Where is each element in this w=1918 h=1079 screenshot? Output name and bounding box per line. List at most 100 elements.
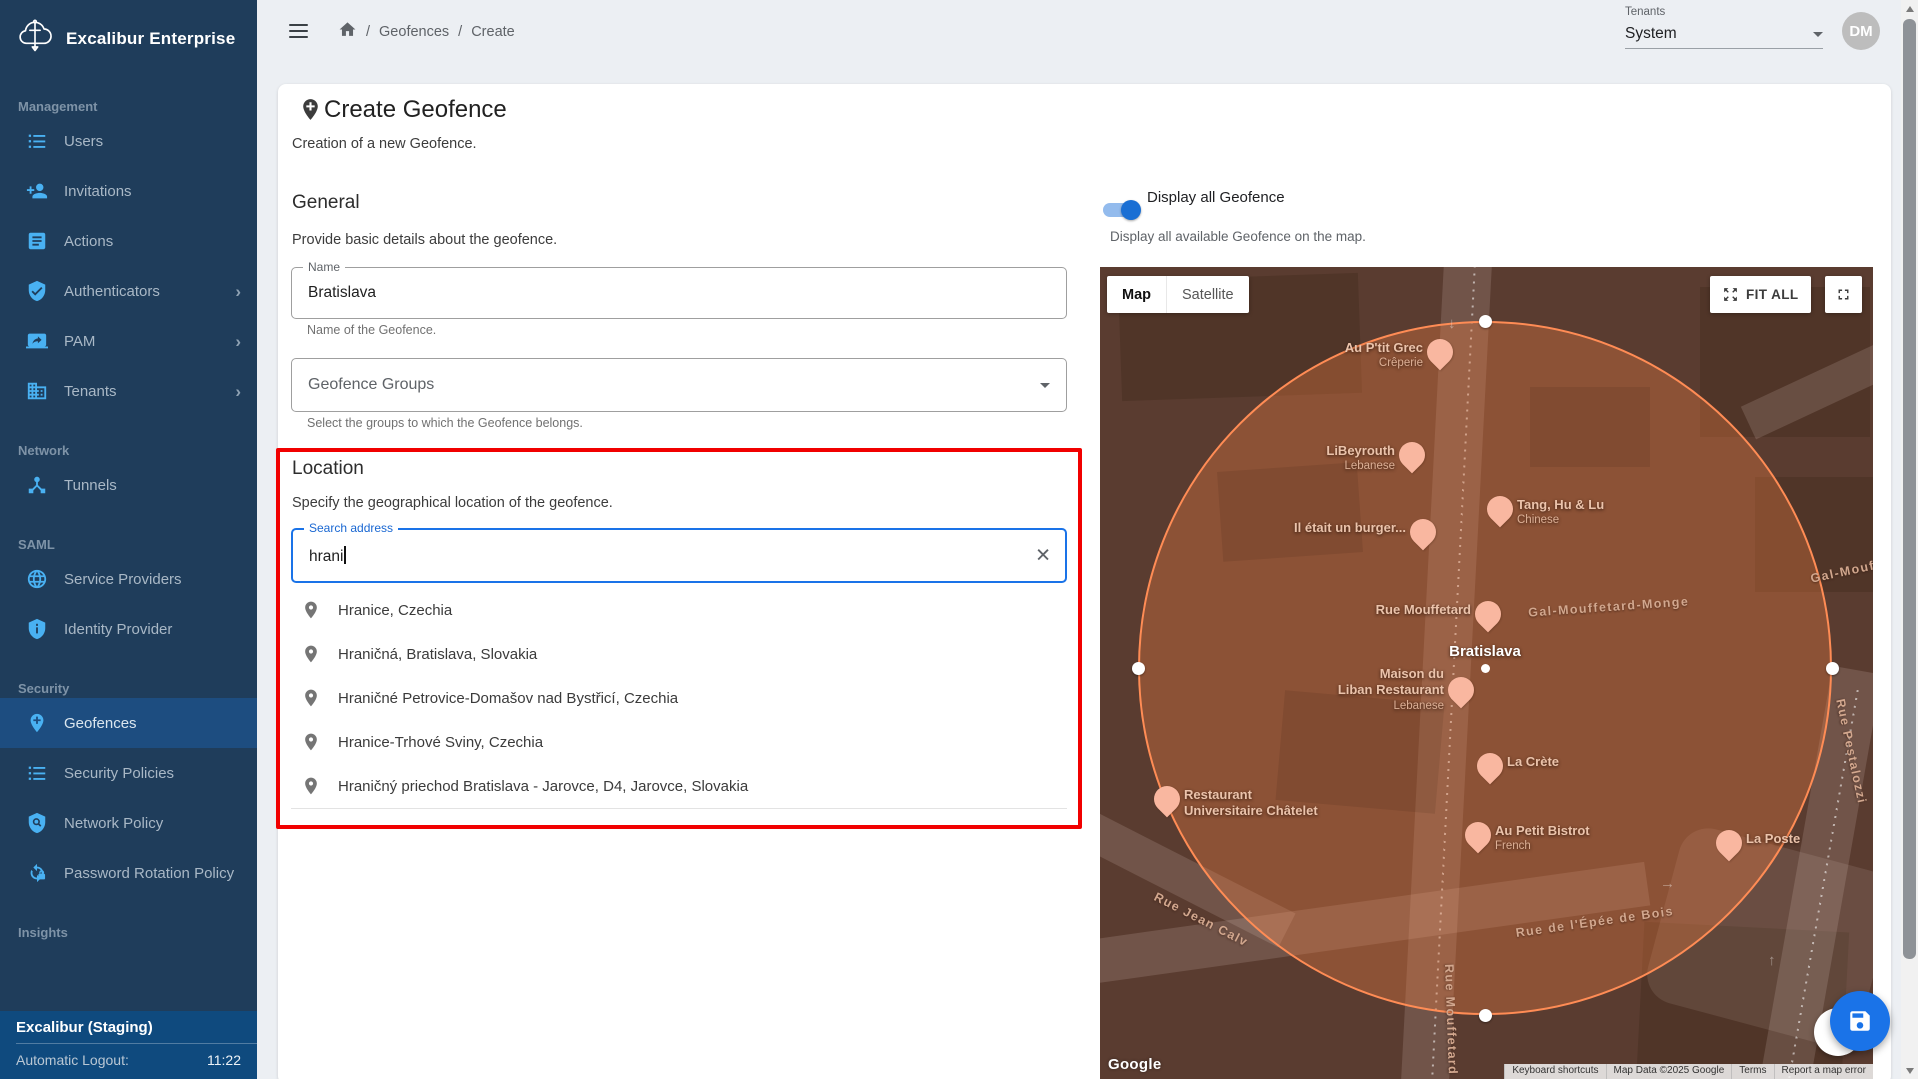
satellite-button[interactable]: Satellite <box>1166 276 1249 313</box>
breadcrumb-geofences[interactable]: Geofences <box>379 24 449 40</box>
suggestion-text: Hraničné Petrovice-Domašov nad Bystřicí,… <box>338 690 678 707</box>
place-icon <box>301 776 321 796</box>
fullscreen-button[interactable] <box>1825 276 1862 313</box>
page-subtitle: Creation of a new Geofence. <box>292 136 477 152</box>
environment-name: Excalibur (Staging) <box>16 1019 241 1036</box>
sidebar-item-label: Actions <box>64 233 241 250</box>
map-building <box>1217 462 1363 562</box>
circle-handle-right[interactable] <box>1826 662 1839 675</box>
breadcrumb-separator: / <box>458 24 462 40</box>
search-address-input[interactable]: Search address hrani ✕ <box>291 528 1067 583</box>
list-icon <box>26 130 48 152</box>
suggestion-text: Hranice-Trhové Sviny, Czechia <box>338 734 543 751</box>
save-icon <box>1847 1008 1873 1034</box>
toggle-hint: Display all available Geofence on the ma… <box>1110 229 1366 244</box>
report-map-error-link[interactable]: Report a map error <box>1774 1064 1873 1079</box>
suggestion-item[interactable]: Hraničný priechod Bratislava - Jarovce, … <box>291 764 1067 808</box>
auto-logout-timer: 11:22 <box>207 1052 241 1068</box>
page-scrollbar[interactable] <box>1901 0 1918 1079</box>
person-add-icon <box>26 180 48 202</box>
sidebar-item-label: Tenants <box>64 383 235 400</box>
home-icon[interactable] <box>338 20 357 43</box>
display-all-geofence-toggle[interactable] <box>1103 203 1139 217</box>
location-heading: Location <box>292 458 364 480</box>
screen-share-icon <box>26 330 48 352</box>
geofence-groups-select[interactable]: Geofence Groups <box>291 358 1067 412</box>
building-icon <box>26 380 48 402</box>
sidebar-item-label: Invitations <box>64 183 241 200</box>
keyboard-shortcuts-link[interactable]: Keyboard shortcuts <box>1504 1064 1605 1079</box>
fullscreen-icon <box>1835 286 1852 303</box>
article-icon <box>26 230 48 252</box>
scrollbar-thumb[interactable] <box>1903 19 1916 959</box>
sidebar-item-authenticators[interactable]: Authenticators › <box>0 266 257 316</box>
sidebar-item-actions[interactable]: Actions <box>0 216 257 266</box>
sidebar-item-label: Users <box>64 133 241 150</box>
circle-handle-bottom[interactable] <box>1479 1009 1492 1022</box>
sidebar-footer: Excalibur (Staging) Automatic Logout: 11… <box>0 1011 257 1079</box>
name-hint: Name of the Geofence. <box>307 323 436 337</box>
scroll-down-arrow[interactable] <box>1901 1062 1918 1079</box>
pin-plus-icon <box>26 712 48 734</box>
name-field-label: Name <box>303 260 345 275</box>
street-arrow-icon: ↓ <box>1448 315 1456 332</box>
shield-check-icon <box>26 280 48 302</box>
hub-icon <box>26 474 48 496</box>
section-label-saml: SAML <box>0 536 257 554</box>
sidebar-item-users[interactable]: Users <box>0 116 257 166</box>
sidebar-item-tunnels[interactable]: Tunnels <box>0 460 257 510</box>
page-title: Create Geofence <box>324 96 507 124</box>
terms-link[interactable]: Terms <box>1731 1064 1773 1079</box>
suggestion-text: Hranice, Czechia <box>338 602 452 619</box>
sidebar-item-label: Security Policies <box>64 765 241 782</box>
user-avatar[interactable]: DM <box>1842 12 1880 50</box>
suggestion-text: Hraničný priechod Bratislava - Jarovce, … <box>338 778 748 795</box>
suggestion-item[interactable]: Hranice-Trhové Sviny, Czechia <box>291 720 1067 764</box>
tenant-select[interactable]: System <box>1625 20 1823 48</box>
app-screen: Excalibur Enterprise Management Users In… <box>0 0 1918 1079</box>
clear-icon[interactable]: ✕ <box>1035 546 1051 565</box>
sidebar-item-label: Identity Provider <box>64 621 241 638</box>
groups-placeholder: Geofence Groups <box>308 376 434 394</box>
sidebar-item-label: Geofences <box>64 715 241 732</box>
place-icon <box>301 600 321 620</box>
circle-handle-top[interactable] <box>1479 315 1492 328</box>
search-address-value: hrani <box>309 546 346 566</box>
map-canvas[interactable]: Bratislava Gal-Mouffetard-Monge Gal-Mouf… <box>1100 267 1873 1079</box>
google-logo: Google <box>1108 1056 1161 1073</box>
create-geofence-card: Create Geofence Creation of a new Geofen… <box>278 84 1891 1079</box>
sidebar-item-service-providers[interactable]: Service Providers <box>0 554 257 604</box>
sidebar-item-network-policy[interactable]: Network Policy <box>0 798 257 848</box>
general-heading: General <box>292 192 360 214</box>
sidebar-item-identity-provider[interactable]: Identity Provider <box>0 604 257 654</box>
sidebar-item-geofences[interactable]: Geofences <box>0 698 257 748</box>
scroll-up-arrow[interactable] <box>1901 0 1918 17</box>
section-label-insights: Insights <box>0 924 257 942</box>
sidebar-item-security-policies[interactable]: Security Policies <box>0 748 257 798</box>
menu-toggle-button[interactable] <box>289 24 308 39</box>
suggestion-item[interactable]: Hraničné Petrovice-Domašov nad Bystřicí,… <box>291 676 1067 720</box>
chevron-right-icon: › <box>235 283 241 300</box>
circle-center-dot[interactable] <box>1481 664 1490 673</box>
circle-handle-left[interactable] <box>1132 662 1145 675</box>
section-label-network: Network <box>0 442 257 460</box>
globe-icon <box>26 568 48 590</box>
chevron-right-icon: › <box>235 383 241 400</box>
map-data-label: Map Data ©2025 Google <box>1606 1064 1732 1079</box>
fit-all-button[interactable]: FIT ALL <box>1710 276 1811 313</box>
name-field[interactable]: Name Bratislava <box>291 267 1067 319</box>
place-icon <box>301 644 321 664</box>
annotation-highlight: Location Specify the geographical locati… <box>276 448 1082 829</box>
section-label-management: Management <box>0 98 257 116</box>
breadcrumb-create: Create <box>471 24 515 40</box>
sidebar-item-invitations[interactable]: Invitations <box>0 166 257 216</box>
geofence-pin-icon <box>298 97 323 122</box>
sidebar-item-pam[interactable]: PAM › <box>0 316 257 366</box>
tenant-value: System <box>1625 25 1677 43</box>
suggestion-item[interactable]: Hraničná, Bratislava, Slovakia <box>291 632 1067 676</box>
suggestion-item[interactable]: Hranice, Czechia <box>291 588 1067 632</box>
sidebar-item-tenants[interactable]: Tenants › <box>0 366 257 416</box>
map-button[interactable]: Map <box>1107 276 1166 313</box>
save-button[interactable] <box>1830 991 1890 1051</box>
sidebar-item-password-rotation-policy[interactable]: Password Rotation Policy <box>0 848 257 898</box>
